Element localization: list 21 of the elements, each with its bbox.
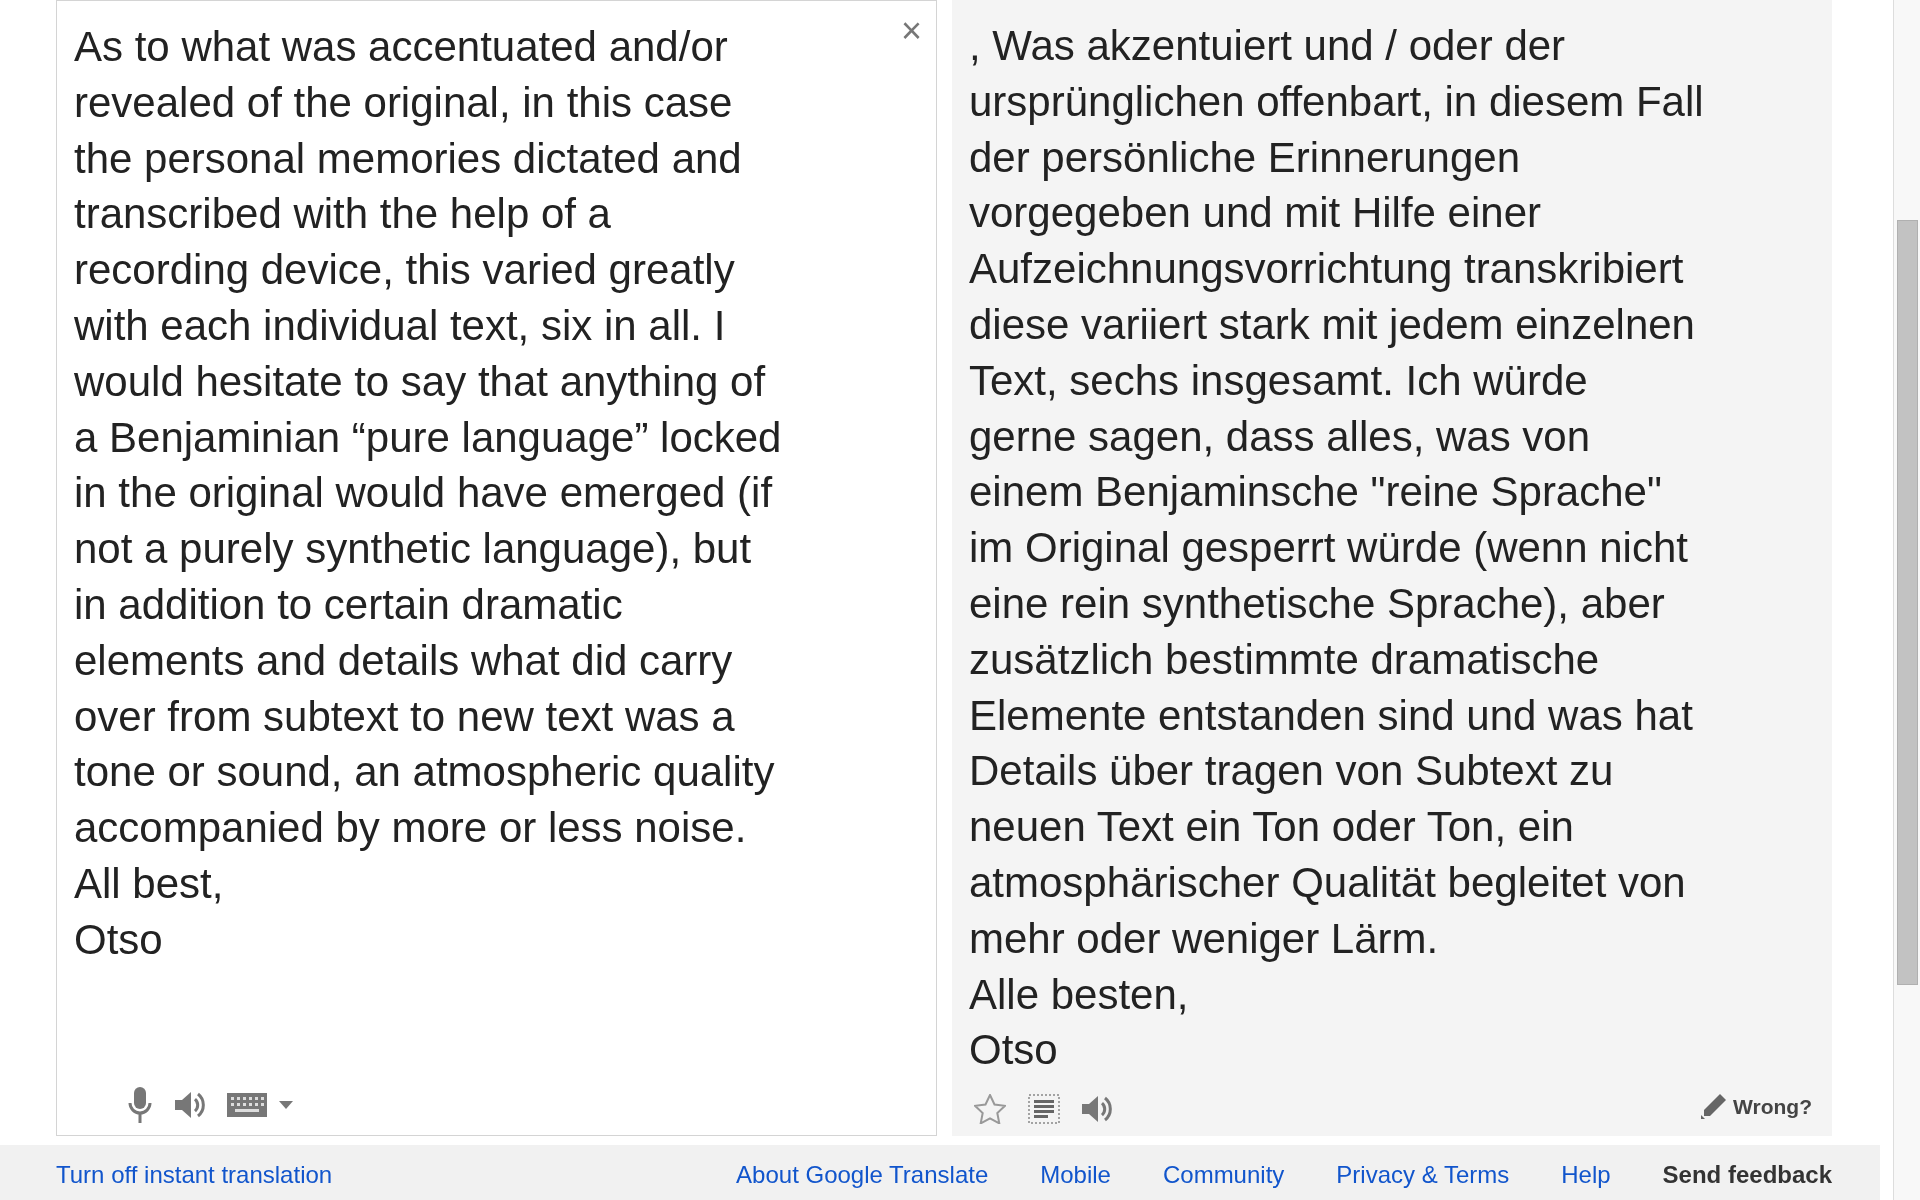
microphone-icon[interactable] [127, 1087, 153, 1123]
footer-link[interactable]: Help [1561, 1157, 1611, 1193]
footer-link[interactable]: Turn off instant translation [56, 1157, 333, 1193]
star-icon[interactable] [974, 1094, 1006, 1124]
scrollbar-thumb[interactable] [1897, 220, 1918, 985]
source-text-box[interactable] [56, 0, 937, 1136]
wrong-button[interactable]: Wrong? [1701, 1090, 1812, 1122]
send-feedback-link[interactable]: Send feedback [1662, 1157, 1832, 1193]
clear-button[interactable]: × [900, 13, 922, 49]
list-icon[interactable] [1028, 1094, 1060, 1124]
translated-text: , Was akzentuiert und / oder der ursprünglichen offenbart, in diesem Fall der persönliche Erinnerungen vorgegeben und mit Hilfe einer Aufzeichnungsvorrichtung transkribiert diese variiert stark mit jedem einzelnen Text, sechs insgesamt. Ich würde gerne sagen, dass alles, was von einem Benjaminsche "reine Sprache" im Original gesperrt würde (wenn nicht eine rein synthetische Sprache), aber zusätzlich bestimmte dramatische Elemente entstanden sind und was hat Details über tragen von Subtext zu neuen Text ein Ton oder Ton, ein atmosphärischer Qualität begleitet von mehr oder weniger Lärm. Alle besten, Otso [969, 21, 1704, 1076]
footer-link[interactable]: Mobile [1040, 1157, 1111, 1193]
footer-link[interactable]: About Google Translate [736, 1157, 989, 1193]
source-text: As to what was accentuated and/or revealed of the original, in this case the personal memories dictated and transcribed with the help of a recording device, this varied greatly with each individual text, six in all. I would hesitate to say that anything of a Benjaminian “pure language” locked in the original would have emerged (if not a purely synthetic language), but in addition to certain dramatic elements and details what did carry over from subtext to new text was a tone or sound, an atmospheric quality accompanied by more or less noise. All best, Otso [74, 22, 782, 965]
speaker-icon[interactable] [1082, 1095, 1112, 1123]
footer-link[interactable]: Privacy & Terms [1336, 1157, 1510, 1193]
keyboard-icon[interactable] [227, 1093, 267, 1117]
caret-icon[interactable] [279, 1101, 293, 1109]
footer-link[interactable]: Community [1162, 1157, 1285, 1193]
speaker-icon[interactable] [175, 1091, 205, 1119]
pencil-icon [1701, 1093, 1728, 1120]
